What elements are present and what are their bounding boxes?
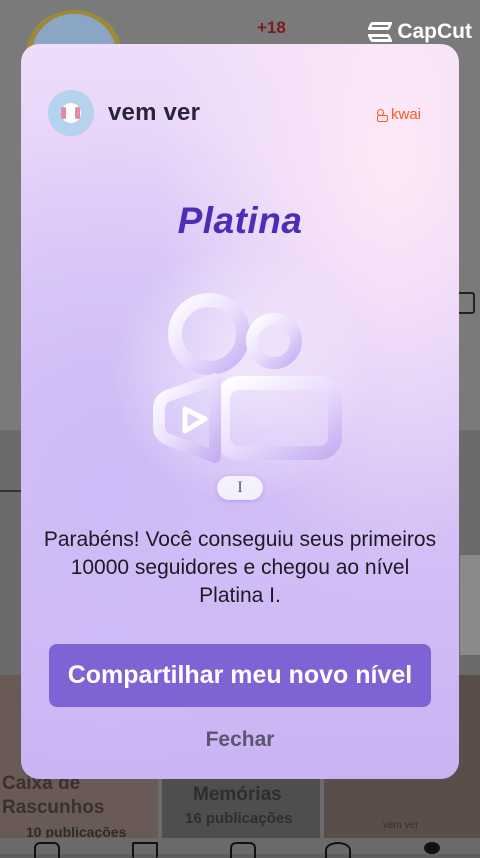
kwai-camera-emblem-icon <box>153 293 342 463</box>
messages-icon <box>325 842 351 858</box>
memories-title: Memórias <box>193 784 282 805</box>
level-title: Platina <box>177 200 303 241</box>
capcut-label: CapCut <box>397 20 472 43</box>
thumbnail-caption: vem ver <box>383 820 419 831</box>
profile-icon <box>424 842 440 854</box>
user-avatar <box>48 90 94 136</box>
home-icon <box>34 842 60 858</box>
kwai-logo: kwai <box>376 106 421 123</box>
user-row: vem ver <box>48 90 200 136</box>
memories-count: 16 publicações <box>185 810 293 827</box>
kwai-camera-icon <box>376 108 389 122</box>
congratulations-message: Parabéns! Você conseguiu seus primeiros … <box>43 528 437 607</box>
capcut-watermark: CapCut <box>369 20 472 44</box>
level-up-modal: vem ver kwai Platina I Parabéns! Você co… <box>21 44 459 779</box>
create-icon <box>230 842 256 858</box>
close-button[interactable]: Fechar <box>21 728 459 752</box>
capcut-logo-icon <box>369 22 391 42</box>
level-tier-badge: I <box>217 476 263 500</box>
thumbnail-edge <box>460 555 480 655</box>
age-badge: +18 <box>257 18 286 37</box>
level-emblem <box>111 249 371 499</box>
username: vem ver <box>108 99 201 126</box>
share-level-button[interactable]: Compartilhar meu novo nível <box>49 644 431 707</box>
drafts-title: Caixa de Rascunhos <box>2 773 105 818</box>
discover-icon <box>132 842 158 858</box>
kwai-brand-text: kwai <box>390 106 421 123</box>
divider <box>0 490 22 492</box>
